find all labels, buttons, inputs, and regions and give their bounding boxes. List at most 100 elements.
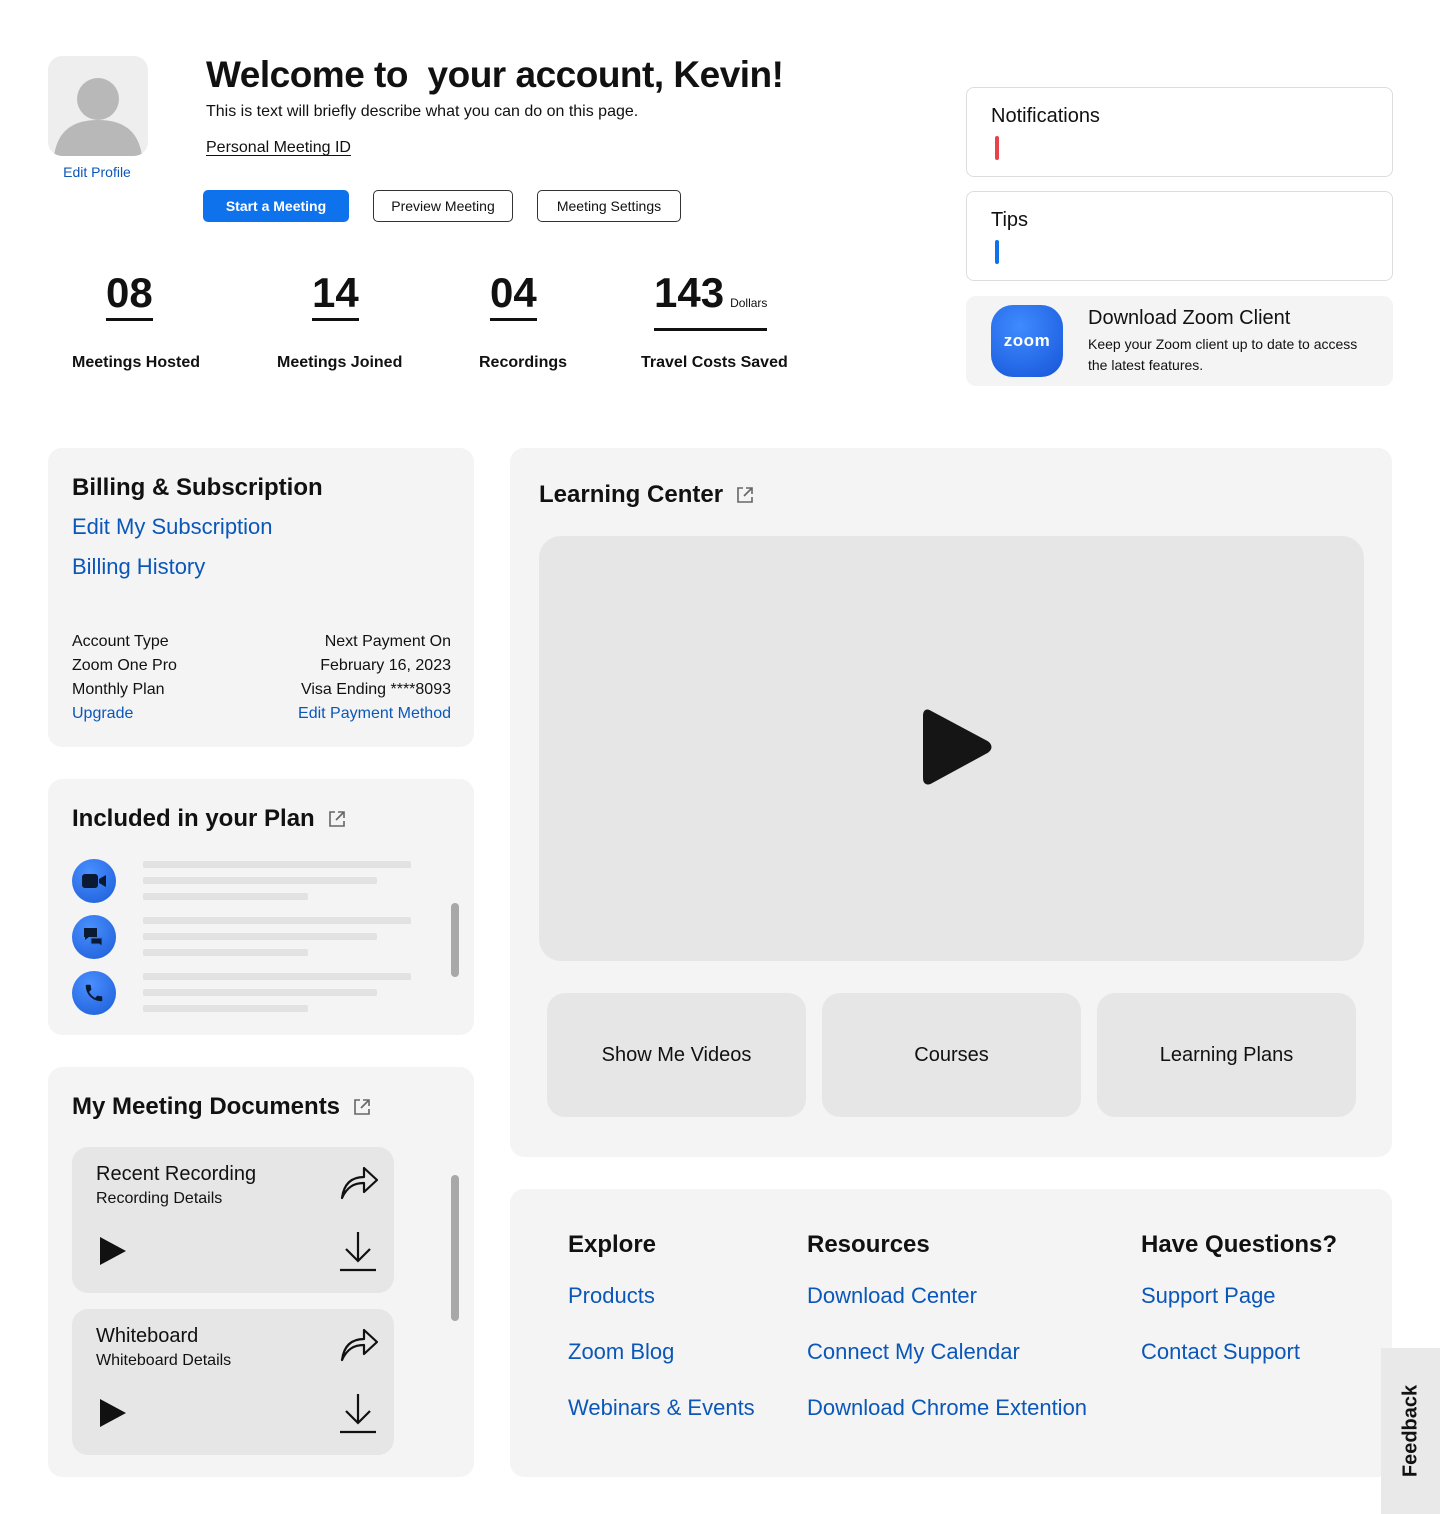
zoom-logo-icon: zoom: [991, 305, 1063, 377]
account-type-label: Account Type: [72, 633, 169, 650]
meeting-settings-button[interactable]: Meeting Settings: [537, 190, 681, 222]
stat-meetings-hosted-label: Meetings Hosted: [72, 354, 201, 371]
meeting-documents-title[interactable]: My Meeting Documents: [72, 1093, 372, 1121]
stat-recordings-label: Recordings: [479, 354, 568, 371]
webinars-events-link[interactable]: Webinars & Events: [568, 1395, 755, 1421]
stat-unit: Dollars: [730, 296, 768, 310]
learning-center-panel: Learning Center Show Me Videos Courses L…: [510, 448, 1392, 1157]
edit-subscription-link[interactable]: Edit My Subscription: [72, 514, 273, 540]
user-silhouette-icon: [54, 78, 142, 156]
external-link-icon: [354, 1099, 370, 1115]
start-meeting-button[interactable]: Start a Meeting: [203, 190, 349, 222]
share-icon[interactable]: [338, 1163, 380, 1201]
stat-recordings-value: 04: [490, 270, 537, 321]
tips-title: Tips: [991, 209, 1029, 231]
billing-history-link[interactable]: Billing History: [72, 554, 205, 580]
included-plan-title-text: Included in your Plan: [72, 805, 315, 832]
document-detail: Whiteboard Details: [96, 1352, 232, 1369]
video-player[interactable]: [539, 536, 1364, 961]
avatar: [48, 56, 148, 156]
notifications-title: Notifications: [991, 105, 1100, 127]
play-icon[interactable]: [919, 706, 993, 788]
support-page-link[interactable]: Support Page: [1141, 1283, 1276, 1309]
meeting-documents-title-text: My Meeting Documents: [72, 1093, 341, 1120]
feedback-label: Feedback: [1399, 1384, 1421, 1478]
zoom-blog-link[interactable]: Zoom Blog: [568, 1339, 674, 1365]
next-payment-label: Next Payment On: [324, 633, 451, 650]
placeholder-line: [143, 917, 411, 924]
placeholder-line: [143, 973, 411, 980]
stat-meetings-joined-value: 14: [312, 270, 359, 321]
meeting-documents-panel: My Meeting Documents Recent Recording Re…: [48, 1067, 474, 1477]
page-title: Welcome to your account, Kevin!: [206, 54, 784, 95]
upgrade-link[interactable]: Upgrade: [72, 705, 133, 723]
stat-travel-costs-label: Travel Costs Saved: [641, 354, 788, 371]
placeholder-line: [143, 949, 308, 956]
stat-meetings-hosted-value: 08: [106, 270, 153, 321]
edit-profile-link[interactable]: Edit Profile: [48, 164, 146, 180]
plan-period: Monthly Plan: [72, 681, 165, 698]
share-icon[interactable]: [338, 1325, 380, 1363]
tips-card[interactable]: Tips: [966, 191, 1393, 281]
contact-support-link[interactable]: Contact Support: [1141, 1339, 1300, 1365]
documents-scrollbar[interactable]: [451, 1175, 459, 1321]
document-title: Recent Recording: [96, 1163, 257, 1185]
account-type-value: Zoom One Pro: [72, 657, 177, 674]
included-plan-panel: Included in your Plan: [48, 779, 474, 1035]
products-link[interactable]: Products: [568, 1283, 655, 1309]
chat-icon: [72, 915, 116, 959]
courses-button[interactable]: Courses: [822, 993, 1081, 1117]
download-description: Keep your Zoom client up to date to acce…: [1088, 336, 1358, 373]
download-center-link[interactable]: Download Center: [807, 1283, 977, 1309]
personal-meeting-id-link[interactable]: Personal Meeting ID: [206, 139, 351, 157]
placeholder-line: [143, 861, 411, 868]
feedback-tab[interactable]: Feedback: [1381, 1348, 1440, 1514]
download-icon[interactable]: [338, 1229, 378, 1273]
document-title: Whiteboard: [96, 1325, 199, 1347]
download-icon[interactable]: [338, 1391, 378, 1435]
video-camera-icon: [72, 859, 116, 903]
resources-heading: Resources: [807, 1231, 930, 1258]
document-detail: Recording Details: [96, 1190, 223, 1207]
learning-plans-button[interactable]: Learning Plans: [1097, 993, 1356, 1117]
external-link-icon: [737, 487, 753, 503]
page-description: This is text will briefly describe what …: [206, 103, 639, 120]
placeholder-line: [143, 893, 308, 900]
placeholder-line: [143, 933, 377, 940]
billing-row: Upgrade Edit Payment Method: [72, 705, 451, 723]
plan-scrollbar[interactable]: [451, 903, 459, 977]
external-link-icon: [328, 811, 345, 827]
phone-icon: [72, 971, 116, 1015]
stat-travel-costs-value: 143 Dollars: [654, 270, 768, 331]
placeholder-line: [143, 877, 377, 884]
explore-heading: Explore: [568, 1231, 657, 1258]
billing-row: Account Type Next Payment On: [72, 633, 451, 651]
next-payment-date: February 16, 2023: [320, 657, 451, 674]
tips-indicator: [995, 240, 999, 264]
notifications-card[interactable]: Notifications: [966, 87, 1393, 177]
placeholder-line: [143, 989, 377, 996]
download-zoom-card[interactable]: zoom Download Zoom Client Keep your Zoom…: [966, 296, 1393, 386]
chrome-extension-link[interactable]: Download Chrome Extention: [807, 1395, 1087, 1421]
edit-payment-method-link[interactable]: Edit Payment Method: [298, 705, 451, 723]
learning-center-title[interactable]: Learning Center: [539, 481, 755, 509]
document-card[interactable]: Recent Recording Recording Details: [72, 1147, 394, 1293]
learning-center-title-text: Learning Center: [539, 481, 724, 508]
show-me-videos-button[interactable]: Show Me Videos: [547, 993, 806, 1117]
billing-panel: Billing & Subscription Edit My Subscript…: [48, 448, 474, 747]
placeholder-line: [143, 1005, 308, 1012]
stat-meetings-joined-label: Meetings Joined: [277, 354, 403, 371]
explore-panel: Explore Products Zoom Blog Webinars & Ev…: [510, 1189, 1392, 1477]
connect-calendar-link[interactable]: Connect My Calendar: [807, 1339, 1020, 1365]
billing-title: Billing & Subscription: [72, 474, 323, 501]
play-icon[interactable]: [98, 1397, 128, 1429]
notification-indicator: [995, 136, 999, 160]
play-icon[interactable]: [98, 1235, 128, 1267]
billing-row: Monthly Plan Visa Ending ****8093: [72, 681, 451, 699]
included-plan-title[interactable]: Included in your Plan: [72, 805, 347, 833]
preview-meeting-button[interactable]: Preview Meeting: [373, 190, 513, 222]
document-card[interactable]: Whiteboard Whiteboard Details: [72, 1309, 394, 1455]
payment-card: Visa Ending ****8093: [300, 681, 451, 698]
download-title: Download Zoom Client: [1088, 307, 1291, 329]
billing-row: Zoom One Pro February 16, 2023: [72, 657, 451, 675]
